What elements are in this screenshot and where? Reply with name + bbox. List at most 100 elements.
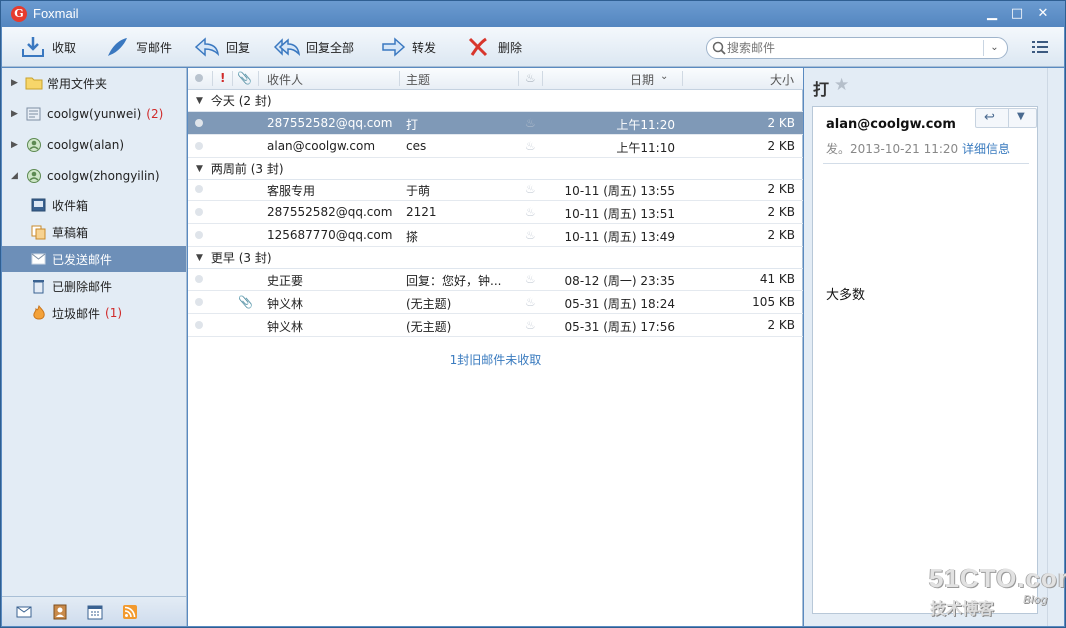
read-status-dot[interactable]: [195, 321, 203, 329]
sidebar-item-inbox[interactable]: 收件箱: [2, 192, 186, 218]
size-cell: 2 KB: [767, 139, 795, 153]
recipient-cell: 史正要: [267, 274, 304, 288]
read-status-column-icon[interactable]: [195, 74, 203, 82]
expand-arrow-icon[interactable]: ▶: [11, 78, 23, 88]
table-row[interactable]: 125687770@qq.com 搽 ♨ 10-11 (周五) 13:49 2 …: [188, 224, 803, 247]
search-input[interactable]: [727, 40, 977, 56]
receive-icon: [22, 37, 44, 57]
sidebar-item-favorites[interactable]: ▶ 常用文件夹: [2, 70, 186, 96]
recipient-column-header[interactable]: 收件人: [267, 71, 303, 88]
date-cell: 上午11:20: [616, 118, 675, 132]
spam-flag-icon[interactable]: ♨: [525, 205, 536, 219]
sidebar-item-spam[interactable]: 垃圾邮件 (1): [2, 300, 186, 326]
sidebar-item-account-zhongyilin[interactable]: ◢ coolgw(zhongyilin): [2, 163, 186, 189]
expand-arrow-icon[interactable]: ▶: [11, 109, 23, 119]
read-status-dot[interactable]: [195, 185, 203, 193]
collapse-arrow-icon[interactable]: ◢: [11, 171, 23, 181]
spam-flag-icon[interactable]: ♨: [525, 228, 536, 242]
delete-icon: [468, 37, 488, 57]
drafts-icon: [31, 225, 46, 240]
reply-button[interactable]: 回复: [194, 34, 250, 60]
spam-flag-icon[interactable]: ♨: [525, 272, 536, 286]
sidebar-item-deleted[interactable]: 已删除邮件: [2, 273, 186, 299]
main-menu-icon[interactable]: [1032, 40, 1048, 54]
reply-arrow-icon[interactable]: ↩: [984, 110, 995, 125]
read-status-dot[interactable]: [195, 298, 203, 306]
spam-flag-icon[interactable]: ♨: [525, 318, 536, 332]
forward-button[interactable]: 转发: [380, 34, 436, 60]
reply-all-button[interactable]: 回复全部: [274, 34, 354, 60]
title-bar[interactable]: G Foxmail ▁ □ ✕: [1, 1, 1065, 27]
watermark-line2: 技术博客: [930, 599, 995, 618]
spam-flag-icon[interactable]: ♨: [525, 116, 536, 130]
reply-options-button[interactable]: ↩ ▼: [975, 108, 1037, 128]
read-status-dot[interactable]: [195, 142, 203, 150]
subject-cell: (无主题): [406, 320, 452, 334]
size-column-header[interactable]: 大小: [770, 71, 794, 88]
mail-view-icon[interactable]: [16, 604, 32, 620]
priority-column-header[interactable]: !: [220, 71, 225, 85]
table-row[interactable]: 📎 钟义林 (无主题) ♨ 05-31 (周五) 18:24 105 KB: [188, 291, 803, 314]
calendar-icon[interactable]: [87, 604, 103, 620]
group-header-two-weeks-ago[interactable]: ▼ 两周前 (3 封): [188, 158, 803, 180]
star-icon[interactable]: ★: [834, 75, 849, 95]
contacts-icon[interactable]: [52, 604, 68, 620]
minimize-button[interactable]: ▁: [982, 5, 1002, 23]
receive-button[interactable]: 收取: [20, 34, 76, 60]
spam-column-icon[interactable]: ♨: [525, 71, 536, 85]
watermark-line1: 51CTO.com: [929, 563, 1066, 593]
details-link[interactable]: 详细信息: [962, 142, 1010, 156]
sent-icon: [31, 253, 46, 265]
maximize-button[interactable]: □: [1007, 5, 1027, 23]
table-row[interactable]: 287552582@qq.com 打 ♨ 上午11:20 2 KB: [188, 112, 803, 135]
read-status-dot[interactable]: [195, 275, 203, 283]
group-label: 今天 (2 封): [210, 94, 272, 108]
size-cell: 2 KB: [767, 182, 795, 196]
read-status-dot[interactable]: [195, 231, 203, 239]
sent-info: 发。2013-10-21 11:20 详细信息: [826, 140, 1010, 157]
group-header-earlier[interactable]: ▼ 更早 (3 封): [188, 247, 803, 269]
subject-cell: ces: [406, 139, 427, 153]
delete-button[interactable]: 删除: [466, 34, 522, 60]
size-cell: 2 KB: [767, 205, 795, 219]
table-row[interactable]: alan@coolgw.com ces ♨ 上午11:10 2 KB: [188, 135, 803, 158]
rss-icon[interactable]: [122, 604, 138, 620]
compose-button[interactable]: 写邮件: [104, 34, 172, 60]
read-status-dot[interactable]: [195, 119, 203, 127]
group-header-today[interactable]: ▼ 今天 (2 封): [188, 90, 803, 112]
spam-flag-icon[interactable]: ♨: [525, 139, 536, 153]
date-column-header[interactable]: 日期: [630, 71, 654, 88]
spam-flag-icon[interactable]: ♨: [525, 182, 536, 196]
subject-cell: 打: [406, 118, 419, 132]
read-status-dot[interactable]: [195, 208, 203, 216]
table-row[interactable]: 客服专用 于萌 ♨ 10-11 (周五) 13:55 2 KB: [188, 178, 803, 201]
message-card: ↩ ▼ alan@coolgw.com 发。2013-10-21 11:20 详…: [812, 106, 1038, 614]
size-cell: 2 KB: [767, 228, 795, 242]
search-box[interactable]: ⌄: [706, 37, 1008, 59]
sidebar-item-account-yunwei[interactable]: ▶ coolgw(yunwei) (2): [2, 101, 186, 127]
date-cell: 10-11 (周五) 13:51: [564, 207, 675, 221]
sidebar-item-drafts[interactable]: 草稿箱: [2, 219, 186, 245]
search-options-dropdown[interactable]: ⌄: [983, 40, 1005, 56]
sidebar-item-label: 草稿箱: [52, 225, 89, 240]
table-row[interactable]: 钟义林 (无主题) ♨ 05-31 (周五) 17:56 2 KB: [188, 314, 803, 337]
table-row[interactable]: 287552582@qq.com 2121 ♨ 10-11 (周五) 13:51…: [188, 201, 803, 224]
reply-all-label: 回复全部: [306, 40, 355, 55]
recipient-cell: 125687770@qq.com: [267, 228, 393, 242]
reading-pane-scrollbar[interactable]: [1047, 68, 1064, 626]
dropdown-arrow-icon[interactable]: ▼: [1017, 111, 1025, 122]
sidebar-item-account-alan[interactable]: ▶ coolgw(alan): [2, 132, 186, 158]
trash-icon: [33, 280, 44, 294]
expand-arrow-icon[interactable]: ▶: [11, 140, 23, 150]
table-row[interactable]: 史正要 回复：您好，钟... ♨ 08-12 (周一) 23:35 41 KB: [188, 268, 803, 291]
fetch-old-mail-link[interactable]: 1封旧邮件未收取: [188, 351, 803, 368]
receive-label: 收取: [52, 40, 77, 55]
attachment-column-icon[interactable]: 📎: [237, 71, 252, 85]
spam-flag-icon[interactable]: ♨: [525, 295, 536, 309]
close-button[interactable]: ✕: [1033, 5, 1053, 23]
sort-desc-icon[interactable]: ⌄: [660, 71, 668, 82]
date-cell: 10-11 (周五) 13:55: [564, 184, 675, 198]
sidebar-item-sent[interactable]: 已发送邮件: [2, 246, 186, 272]
subject-cell: 于萌: [406, 184, 431, 198]
subject-column-header[interactable]: 主题: [406, 71, 430, 88]
